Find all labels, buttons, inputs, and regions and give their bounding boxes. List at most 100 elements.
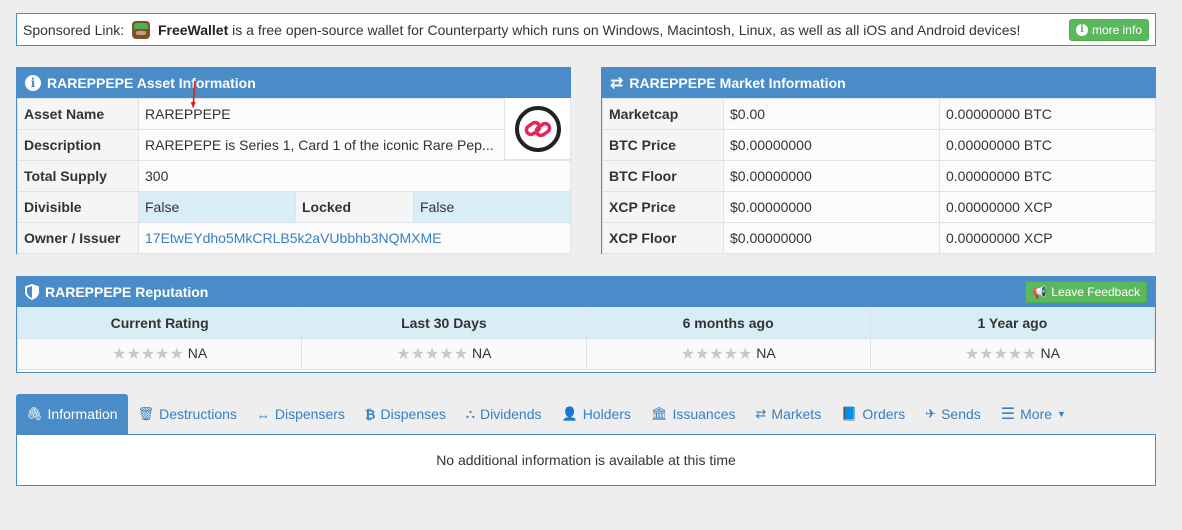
info-icon: i [1075,23,1088,36]
leave-feedback-button[interactable]: 📢 Leave Feedback [1025,281,1147,303]
locked-value: False [412,191,572,223]
tab-label: Dispensers [274,406,345,422]
btc-floor-btc: 0.00000000 BTC [939,160,1156,192]
divisible-value: False [138,191,296,223]
tab-label: Holders [582,406,631,422]
divisible-label: Divisible [17,191,139,223]
paper-plane-icon: ✈ [925,406,937,421]
market-information-title: RAREPPEPE Market Information [629,75,846,91]
xcp-floor-label: XCP Floor [602,222,724,254]
asset-information-title: RAREPPEPE Asset Information [47,75,256,91]
tab-label: Issuances [672,406,736,422]
market-information-table: Marketcap $0.00 0.00000000 BTC BTC Price… [602,98,1156,254]
tab-label: Dividends [480,406,542,422]
six-months-cell: ★★★★★ NA [585,338,871,370]
current-rating-value: NA [187,345,208,361]
book-icon: 📘 [841,406,858,421]
marketcap-btc: 0.00000000 BTC [939,98,1156,130]
tab-dispenses[interactable]: ₿ Dispenses [355,394,456,434]
locked-label: Locked [295,191,414,223]
tab-destructions[interactable]: 🗑 Destructions [128,394,247,434]
asset-information-table: Asset Name RAREPPEPE Description RAREPEP… [17,98,572,254]
tab-more[interactable]: ☰ More ▼ [991,394,1076,434]
current-rating-cell: ★★★★★ NA [16,338,303,370]
tab-label: Information [47,406,118,422]
tab-content-panel: No additional information is available a… [16,434,1156,486]
tab-issuances[interactable]: 🏛 Issuances [641,394,746,434]
sitemap-icon: ⛬ [465,406,476,421]
owner-issuer-value: 17EtwEYdho5MkCRLB5k2aVUbbhb3NQMXME [137,222,572,254]
last-30-days-cell: ★★★★★ NA [301,338,587,370]
bank-icon: 🏛 [650,406,668,421]
exchange-arrows-icon: ⇄ [610,75,624,92]
star-rating-icon: ★★★★★ [680,346,753,363]
sponsor-prefix: Sponsored Link: [23,21,125,38]
one-year-cell: ★★★★★ NA [869,338,1156,370]
arrows-horizontal-icon: ↔ [256,406,270,422]
sponsored-link-text: Sponsored Link: FreeWallet is a free ope… [23,20,1069,39]
tab-information[interactable]: 🖇 Information [16,394,128,434]
reputation-header: RAREPPEPE Reputation 📢 Leave Feedback [17,277,1155,307]
market-information-panel: ⇄ RAREPPEPE Market Information Marketcap… [601,67,1156,254]
asset-name-label: Asset Name [17,98,139,130]
paperclip-icon: 🖇 [26,406,43,421]
exchange-arrows-icon: ⇄ [755,406,767,421]
btc-floor-usd: $0.00000000 [723,160,940,192]
owner-issuer-address-link[interactable]: 17EtwEYdho5MkCRLB5k2aVUbbhb3NQMXME [145,230,441,246]
tab-label: More [1020,406,1053,422]
last-30-days-header: Last 30 Days [301,307,587,339]
table-row: Total Supply 300 [17,160,572,192]
current-rating-header: Current Rating [16,307,303,339]
sponsor-description: is a free open-source wallet for Counter… [228,21,1021,38]
tab-sends[interactable]: ✈ Sends [915,394,991,434]
tab-holders[interactable]: 👤 Holders [552,394,641,434]
table-row: XCP Floor $0.00000000 0.00000000 XCP [602,222,1156,254]
marketcap-label: Marketcap [602,98,724,130]
reputation-title: RAREPPEPE Reputation [45,284,209,300]
tab-markets[interactable]: ⇄ Markets [746,394,832,434]
sponsored-link-bar: Sponsored Link: FreeWallet is a free ope… [16,13,1156,46]
trash-icon: 🗑 [137,406,155,421]
shield-icon [25,284,39,300]
btc-floor-label: BTC Floor [602,160,724,192]
xcp-price-xcp: 0.00000000 XCP [939,191,1156,223]
tab-label: Dispenses [380,406,446,422]
one-year-value: NA [1040,345,1060,361]
list-icon: ☰ [1000,406,1016,423]
more-info-button[interactable]: i more info [1068,18,1149,41]
counterparty-logo-icon [514,105,561,152]
btc-price-usd: $0.00000000 [723,129,940,161]
table-row: Description RAREPEPE is Series 1, Card 1… [17,129,572,161]
six-months-header: 6 months ago [585,307,871,339]
caret-down-icon: ▼ [1057,409,1066,419]
tab-dividends[interactable]: ⛬ Dividends [456,394,552,434]
xcp-floor-xcp: 0.00000000 XCP [939,222,1156,254]
marketcap-usd: $0.00 [723,98,940,130]
leave-feedback-label: Leave Feedback [1051,285,1140,299]
table-row: BTC Price $0.00000000 0.00000000 BTC [602,129,1156,161]
table-row: Current Rating Last 30 Days 6 months ago… [16,307,1156,339]
asset-logo [504,98,570,160]
no-information-message: No additional information is available a… [436,452,736,468]
tab-dispensers[interactable]: ↔ Dispensers [247,394,355,434]
six-months-value: NA [756,345,776,361]
table-row: Owner / Issuer 17EtwEYdho5MkCRLB5k2aVUbb… [17,222,572,254]
more-info-label: more info [1091,22,1142,37]
asset-information-panel: i RAREPPEPE Asset Information Asset Name… [16,67,572,254]
table-row: Asset Name RAREPPEPE [17,98,572,130]
bitcoin-icon: ₿ [364,406,376,422]
info-icon: i [25,75,41,91]
tab-label: Destructions [159,406,237,422]
bullhorn-icon: 📢 [1032,285,1048,299]
tab-label: Markets [771,406,822,422]
tab-label: Orders [862,406,906,422]
star-rating-icon: ★★★★★ [396,346,469,363]
user-icon: 👤 [561,406,578,421]
btc-price-btc: 0.00000000 BTC [939,129,1156,161]
tab-orders[interactable]: 📘 Orders [831,394,915,434]
star-rating-icon: ★★★★★ [964,346,1037,363]
sponsor-brand[interactable]: FreeWallet [158,22,228,38]
table-row: Marketcap $0.00 0.00000000 BTC [602,98,1156,130]
asset-information-header: i RAREPPEPE Asset Information [17,68,570,98]
market-information-header: ⇄ RAREPPEPE Market Information [602,68,1155,98]
